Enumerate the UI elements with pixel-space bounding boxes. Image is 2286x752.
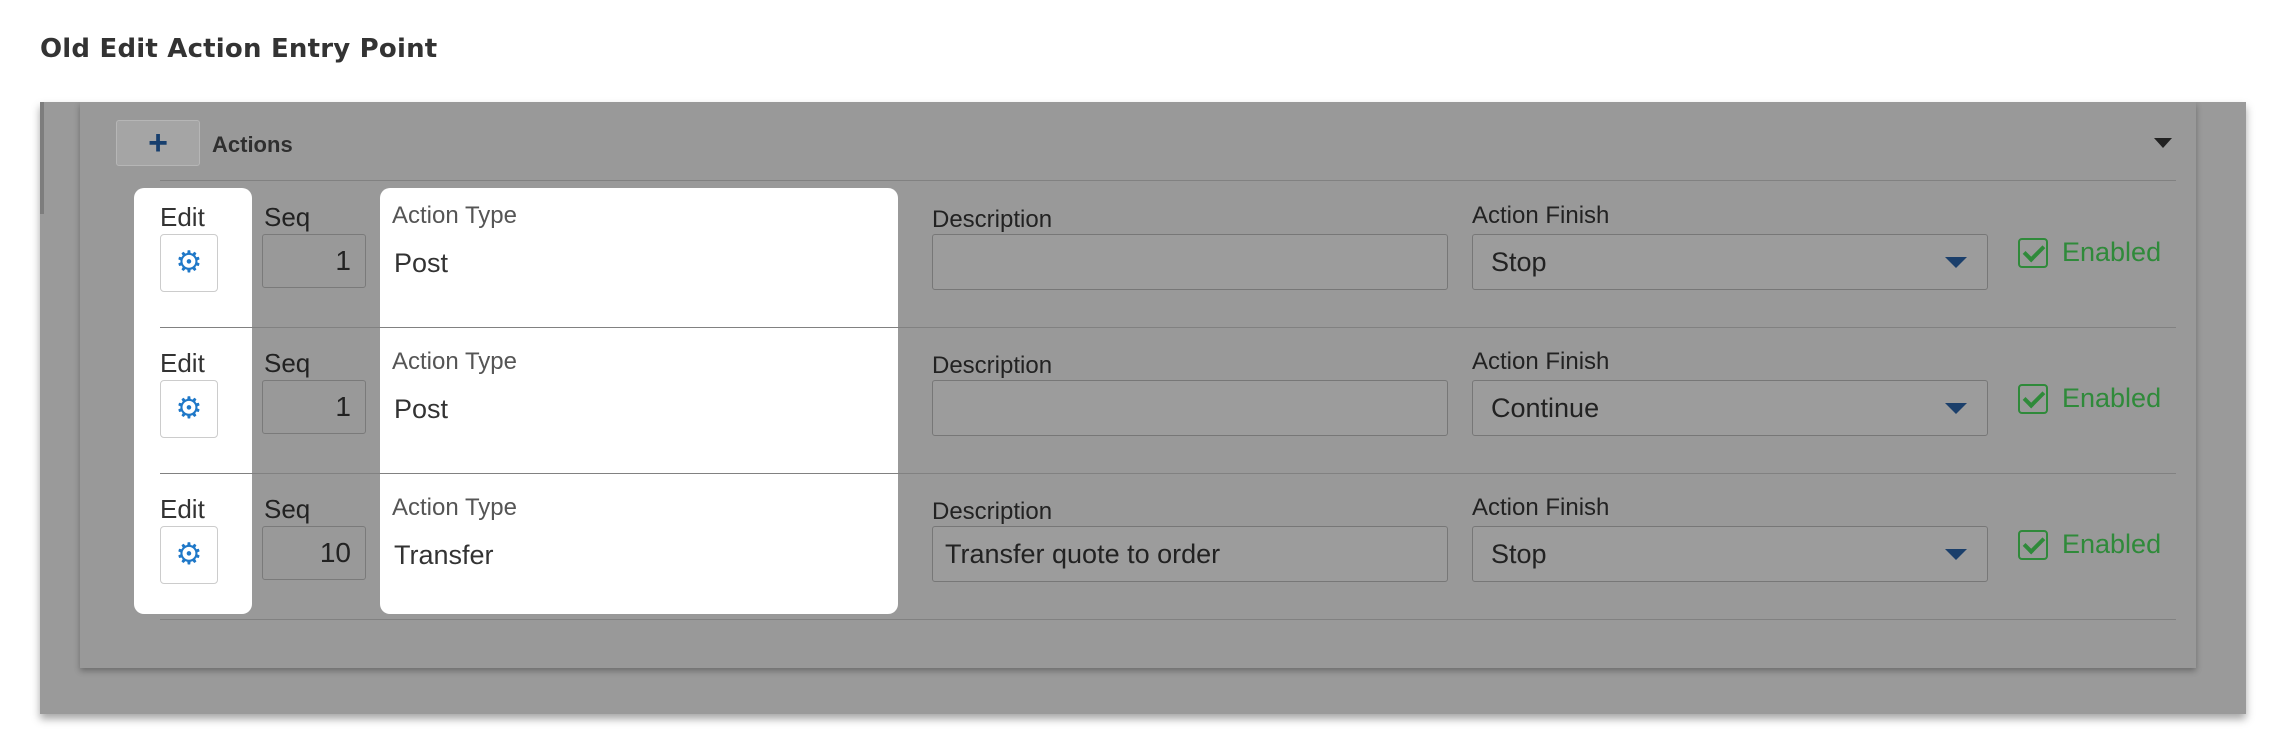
gear-icon: ⚙ [175, 538, 203, 571]
action-row: Edit ⚙ Seq 10 Action Type Transfer Descr… [80, 474, 2196, 620]
caret-down-icon [1945, 403, 1967, 414]
actions-header: + Actions [80, 102, 2196, 180]
action-row: Edit ⚙ Seq 1 Action Type Post Descriptio… [80, 328, 2196, 474]
action-finish-label: Action Finish [1472, 202, 1610, 229]
edit-action-button[interactable]: ⚙ [160, 380, 218, 438]
gear-icon: ⚙ [175, 246, 203, 279]
edit-label: Edit [160, 202, 205, 232]
action-finish-value: Stop [1491, 539, 1547, 569]
description-field[interactable] [932, 380, 1448, 436]
editor-frame: + Actions Edit ⚙ Seq 1 Action Type Post … [40, 102, 2246, 714]
actions-panel: + Actions Edit ⚙ Seq 1 Action Type Post … [80, 102, 2196, 668]
edit-label: Edit [160, 494, 205, 524]
description-field[interactable]: Transfer quote to order [932, 526, 1448, 582]
caret-down-icon [1945, 257, 1967, 268]
gear-icon: ⚙ [175, 392, 203, 425]
frame-edge [40, 102, 44, 214]
action-finish-value: Stop [1491, 247, 1547, 277]
description-label: Description [932, 352, 1053, 379]
enabled-checkbox[interactable] [2018, 530, 2048, 560]
seq-field[interactable]: 1 [262, 234, 366, 288]
description-label: Description [932, 206, 1053, 233]
action-finish-select[interactable]: Stop [1472, 234, 1988, 290]
caret-down-icon [1945, 549, 1967, 560]
edit-action-button[interactable]: ⚙ [160, 526, 218, 584]
seq-label: Seq [264, 494, 311, 524]
action-type-value: Post [394, 394, 449, 424]
enabled-label: Enabled [2062, 529, 2162, 559]
action-row: Edit ⚙ Seq 1 Action Type Post Descriptio… [80, 182, 2196, 328]
edit-action-button[interactable]: ⚙ [160, 234, 218, 292]
add-action-button[interactable]: + [116, 120, 200, 166]
action-finish-select[interactable]: Continue [1472, 380, 1988, 436]
action-type-value: Transfer [394, 540, 494, 570]
description-field[interactable] [932, 234, 1448, 290]
description-label: Description [932, 498, 1053, 525]
action-type-label: Action Type [392, 202, 517, 229]
action-finish-select[interactable]: Stop [1472, 526, 1988, 582]
action-finish-label: Action Finish [1472, 348, 1610, 375]
action-finish-value: Continue [1491, 393, 1600, 423]
seq-label: Seq [264, 348, 311, 378]
caret-down-icon[interactable] [2154, 138, 2172, 148]
enabled-label: Enabled [2062, 383, 2162, 413]
action-finish-label: Action Finish [1472, 494, 1610, 521]
seq-label: Seq [264, 202, 311, 232]
enabled-label: Enabled [2062, 237, 2162, 267]
action-type-label: Action Type [392, 494, 517, 521]
action-type-label: Action Type [392, 348, 517, 375]
row-divider [160, 619, 2176, 620]
seq-field[interactable]: 1 [262, 380, 366, 434]
page-title: Old Edit Action Entry Point [40, 34, 438, 64]
seq-field[interactable]: 10 [262, 526, 366, 580]
enabled-checkbox[interactable] [2018, 384, 2048, 414]
header-divider [160, 180, 2176, 181]
actions-title: Actions [212, 132, 293, 157]
action-type-value: Post [394, 248, 449, 278]
edit-label: Edit [160, 348, 205, 378]
plus-icon: + [148, 124, 168, 162]
enabled-checkbox[interactable] [2018, 238, 2048, 268]
